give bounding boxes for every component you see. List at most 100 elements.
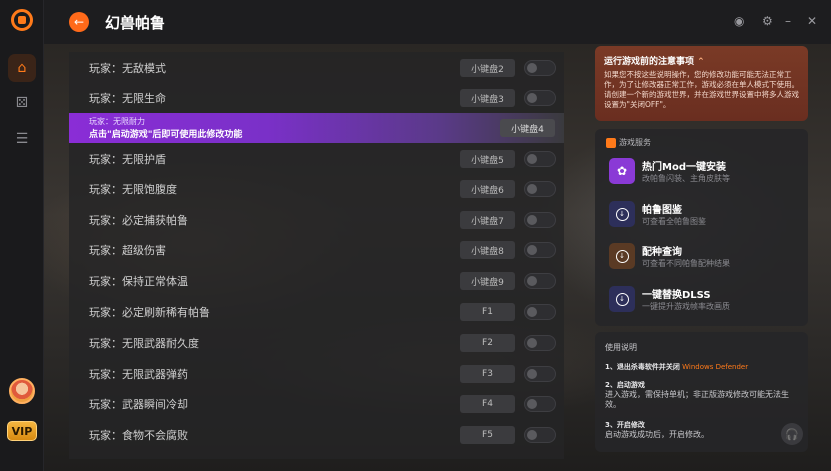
- step-title: 3、开启修改: [605, 421, 645, 429]
- list-item: 玩家：食物不会腐败 F5: [69, 420, 564, 450]
- step-body: 进入游戏，需保持单机；非正版游戏修改可能无法生效。: [605, 390, 789, 409]
- hotkey-button[interactable]: F1: [460, 303, 515, 321]
- minimize-icon[interactable]: –: [785, 14, 791, 28]
- arrow-left-icon: ←: [73, 15, 85, 29]
- back-button[interactable]: ←: [69, 12, 89, 32]
- close-icon[interactable]: ✕: [807, 14, 817, 28]
- service-title: 配种查询: [642, 247, 682, 258]
- cheat-toggle[interactable]: [524, 151, 556, 167]
- cheat-name: 玩家：食物不会腐败: [89, 429, 188, 442]
- step-title: 1、退出杀毒软件并关闭: [605, 363, 680, 371]
- step-highlight: Windows Defender: [682, 363, 749, 371]
- guide-title: 使用说明: [605, 343, 637, 352]
- cheat-name: 玩家：无限生命: [89, 92, 166, 105]
- download-icon: ↓: [609, 286, 635, 312]
- service-desc: 一键提升游戏帧率改画质: [642, 302, 730, 311]
- hotkey-button[interactable]: 小键盘5: [460, 150, 515, 168]
- list-item: 玩家：无限生命 小键盘3: [69, 83, 564, 113]
- avatar[interactable]: [9, 378, 35, 404]
- database-icon[interactable]: ☰: [8, 125, 36, 153]
- cheat-name: 玩家：无限护盾: [89, 153, 166, 166]
- service-title: 热门Mod一键安装: [642, 162, 726, 173]
- list-item: 玩家：保持正常体温 小键盘9: [69, 266, 564, 296]
- headset-icon[interactable]: 🎧: [781, 423, 803, 445]
- cheat-toggle[interactable]: [524, 242, 556, 258]
- cheat-list: 玩家：无敌模式 小键盘2 玩家：无限生命 小键盘3 玩家：无限耐力 点击"启动游…: [69, 52, 564, 459]
- cheat-toggle[interactable]: [524, 212, 556, 228]
- hotkey-button[interactable]: 小键盘8: [460, 241, 515, 259]
- notice-title-text: 运行游戏前的注意事项: [604, 57, 695, 67]
- hotkey-button[interactable]: 小键盘2: [460, 59, 515, 77]
- game-service-icon: [606, 137, 616, 148]
- service-desc: 改帕鲁闪装、主角皮肤等: [642, 174, 730, 183]
- home-icon[interactable]: ⌂: [8, 54, 36, 82]
- mod-icon: ✿: [609, 158, 635, 184]
- list-item: 玩家：无限饱腹度 小键盘6: [69, 174, 564, 204]
- cheat-name: 玩家：必定刷新稀有帕鲁: [89, 306, 210, 319]
- hotkey-button[interactable]: F3: [460, 365, 515, 383]
- cheat-name: 玩家：无限饱腹度: [89, 183, 177, 196]
- hotkey-button[interactable]: 小键盘6: [460, 180, 515, 198]
- list-item: 玩家：无限武器耐久度 F2: [69, 328, 564, 358]
- notice-title: 运行游戏前的注意事项 ⌃: [604, 54, 799, 67]
- hotkey-button[interactable]: F2: [460, 334, 515, 352]
- service-item-breeding[interactable]: ↓ 配种查询 可查看不同帕鲁配种结果: [609, 243, 799, 271]
- cheat-toggle[interactable]: [524, 396, 556, 412]
- services-heading: 游戏服务: [606, 137, 651, 148]
- service-desc: 可查看全帕鲁图鉴: [642, 217, 706, 226]
- service-item-pal-dex[interactable]: ↓ 帕鲁图鉴 可查看全帕鲁图鉴: [609, 201, 799, 229]
- hotkey-button[interactable]: 小键盘4: [500, 119, 555, 137]
- service-title: 一键替换DLSS: [642, 290, 711, 301]
- service-title: 帕鲁图鉴: [642, 205, 682, 216]
- list-item: 玩家：无敌模式 小键盘2: [69, 53, 564, 83]
- page-title: 幻兽帕鲁: [105, 14, 166, 32]
- step-body: 启动游戏成功后，开启修改。: [605, 430, 709, 439]
- cheat-toggle[interactable]: [524, 427, 556, 443]
- hotkey-button[interactable]: F4: [460, 395, 515, 413]
- settings-icon[interactable]: ⚙: [762, 14, 773, 28]
- list-item: 玩家：武器瞬间冷却 F4: [69, 389, 564, 419]
- cheat-hint: 点击"启动游戏"后即可使用此修改功能: [89, 130, 243, 140]
- hotkey-button[interactable]: 小键盘7: [460, 211, 515, 229]
- guide-step-1: 1、退出杀毒软件并关闭 Windows Defender: [605, 362, 800, 372]
- cheat-toggle[interactable]: [524, 366, 556, 382]
- service-item-dlss[interactable]: ↓ 一键替换DLSS 一键提升游戏帧率改画质: [609, 286, 799, 314]
- left-sidebar: ⌂ ⚄ ☰ VIP: [0, 0, 44, 471]
- gamepad-icon[interactable]: ⚄: [8, 89, 36, 117]
- vip-badge[interactable]: VIP: [7, 421, 37, 441]
- notice-body: 如果您不按这些说明操作，您的修改功能可能无法正常工作，为了让修改器正常工作，游戏…: [604, 70, 799, 109]
- cheat-toggle[interactable]: [524, 304, 556, 320]
- guide-step-3: 3、开启修改 启动游戏成功后，开启修改。: [605, 420, 800, 440]
- step-title: 2、启动游戏: [605, 381, 645, 389]
- cheat-toggle[interactable]: [524, 90, 556, 106]
- hotkey-button[interactable]: 小键盘9: [460, 272, 515, 290]
- usage-guide: 使用说明 1、退出杀毒软件并关闭 Windows Defender 2、启动游戏…: [595, 332, 808, 452]
- cheat-toggle[interactable]: [524, 181, 556, 197]
- app-logo-icon: [11, 9, 33, 31]
- record-icon[interactable]: ◉: [734, 14, 744, 28]
- list-item: 玩家：必定刷新稀有帕鲁 F1: [69, 297, 564, 327]
- cheat-name: 玩家：必定捕获帕鲁: [89, 214, 188, 227]
- hotkey-button[interactable]: F5: [460, 426, 515, 444]
- cheat-name: 玩家：无限武器耐久度: [89, 337, 199, 350]
- service-item-mod[interactable]: ✿ 热门Mod一键安装 改帕鲁闪装、主角皮肤等: [609, 158, 799, 186]
- cheat-name: 玩家：无限耐力: [89, 117, 145, 126]
- cheat-toggle[interactable]: [524, 273, 556, 289]
- chevron-up-icon[interactable]: ⌃: [697, 57, 705, 67]
- cheat-name: 玩家：武器瞬间冷却: [89, 398, 188, 411]
- cheat-name: 玩家：保持正常体温: [89, 275, 188, 288]
- download-icon: ↓: [609, 201, 635, 227]
- cheat-name: 玩家：无限武器弹药: [89, 368, 188, 381]
- cheat-toggle[interactable]: [524, 335, 556, 351]
- list-item: 玩家：必定捕获帕鲁 小键盘7: [69, 205, 564, 235]
- hotkey-button[interactable]: 小键盘3: [460, 89, 515, 107]
- guide-step-2: 2、启动游戏 进入游戏，需保持单机；非正版游戏修改可能无法生效。: [605, 380, 800, 410]
- services-panel: 游戏服务 ✿ 热门Mod一键安装 改帕鲁闪装、主角皮肤等 ↓ 帕鲁图鉴 可查看全…: [595, 129, 808, 326]
- service-desc: 可查看不同帕鲁配种结果: [642, 259, 730, 268]
- download-icon: ↓: [609, 243, 635, 269]
- cheat-toggle[interactable]: [524, 60, 556, 76]
- cheat-name: 玩家：无敌模式: [89, 62, 166, 75]
- cheat-name: 玩家：超级伤害: [89, 244, 166, 257]
- header: ← 幻兽帕鲁 ◉ ⚙ – ✕: [44, 0, 831, 44]
- notice-card: 运行游戏前的注意事项 ⌃ 如果您不按这些说明操作，您的修改功能可能无法正常工作，…: [595, 46, 808, 121]
